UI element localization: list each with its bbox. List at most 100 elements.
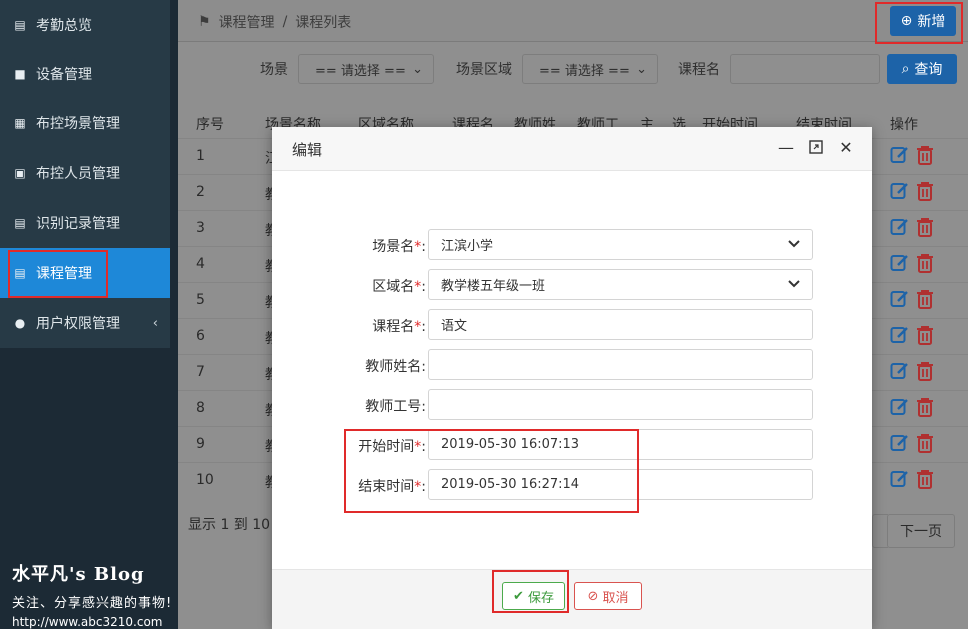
chevron-down-icon (788, 277, 800, 292)
area-select-value: == 请选择 == (539, 63, 630, 79)
field-value: 教学楼五年级一班 (441, 279, 546, 294)
previous-page-button[interactable] (872, 514, 888, 548)
video-camera-icon: ■ (14, 67, 26, 81)
form-row: 教师姓名: (272, 349, 872, 381)
delete-icon[interactable] (916, 433, 936, 455)
row-actions (890, 217, 936, 239)
row-number: 10 (196, 472, 214, 488)
sidebar-item-label: 考勤总览 (36, 18, 92, 34)
sidebar-item-attendance[interactable]: ▤ 考勤总览 (0, 0, 170, 50)
breadcrumb-item: 课程列表 (295, 15, 352, 31)
sidebar-item-records[interactable]: ▤ 识别记录管理 (0, 198, 170, 248)
id-card-icon: ▤ (14, 18, 26, 32)
row-number: 6 (196, 328, 205, 344)
sidebar-item-scenes[interactable]: ▦ 布控场景管理 (0, 98, 170, 148)
minimize-icon[interactable]: — (778, 138, 794, 157)
maximize-icon[interactable] (808, 138, 824, 156)
edit-icon[interactable] (890, 469, 910, 491)
row-number: 7 (196, 364, 205, 380)
row-number: 3 (196, 220, 205, 236)
user-icon: ● (14, 316, 26, 330)
sidebar-item-label: 布控场景管理 (36, 116, 120, 132)
row-number: 8 (196, 400, 205, 416)
sidebar-item-user-permissions[interactable]: ● 用户权限管理 ‹ (0, 298, 170, 348)
delete-icon[interactable] (916, 361, 936, 383)
edit-icon[interactable] (890, 325, 910, 347)
highlight-box (8, 250, 108, 298)
search-icon: ⌕ (901, 61, 910, 77)
row-actions (890, 325, 936, 347)
delete-icon[interactable] (916, 217, 936, 239)
topbar: ⚑ 课程管理 / 课程列表 ⊕ 新增 (178, 0, 968, 42)
delete-icon[interactable] (916, 289, 936, 311)
form-row: 课程名*: 语文 (272, 309, 872, 341)
highlight-box (492, 570, 569, 613)
form-label: 教师工号: (365, 399, 426, 415)
list-card-icon: ▤ (14, 216, 26, 230)
area-name-select[interactable]: 教学楼五年级一班 (428, 269, 813, 300)
sidebar: ▤ 考勤总览 ■ 设备管理 ▦ 布控场景管理 ▣ 布控人员管理 ▤ 识别记录管理… (0, 0, 178, 629)
form-label: 区域名*: (372, 279, 426, 295)
row-actions (890, 361, 936, 383)
sidebar-item-label: 用户权限管理 (36, 316, 120, 332)
sidebar-item-label: 识别记录管理 (36, 216, 120, 232)
row-number: 9 (196, 436, 205, 452)
chevron-down-icon (788, 237, 800, 252)
area-filter-label: 场景区域 (456, 62, 512, 78)
delete-icon[interactable] (916, 469, 936, 491)
watermark-title: 水平凡's Blog (12, 564, 145, 585)
chevron-down-icon: ⌄ (412, 61, 423, 77)
watermark-url: http://www.abc3210.com (12, 615, 163, 629)
query-button[interactable]: ⌕ 查询 (887, 54, 957, 84)
row-actions (890, 181, 936, 203)
breadcrumb-item[interactable]: 课程管理 (219, 12, 275, 32)
edit-icon[interactable] (890, 397, 910, 419)
row-number: 1 (196, 148, 205, 164)
row-actions (890, 145, 936, 167)
teacher-name-field[interactable] (428, 349, 813, 380)
delete-icon[interactable] (916, 145, 936, 167)
scene-filter-label: 场景 (260, 62, 288, 78)
row-number: 5 (196, 292, 205, 308)
next-page-button[interactable]: 下一页 (887, 514, 955, 548)
form-label: 场景名*: (372, 239, 426, 255)
form-label: 课程名*: (372, 319, 426, 335)
form-row: 教师工号: (272, 389, 872, 421)
dialog-controls: — ✕ (778, 138, 854, 157)
watermark: 水平凡's Blog 关注、分享感兴趣的事物! http://www.abc32… (12, 560, 172, 629)
dialog-header: 编辑 — ✕ (272, 127, 872, 171)
teacher-id-field[interactable] (428, 389, 813, 420)
area-select[interactable]: == 请选择 == ⌄ (522, 54, 658, 84)
breadcrumb-separator: / (282, 14, 288, 30)
edit-icon[interactable] (890, 217, 910, 239)
highlight-box (344, 429, 639, 513)
course-name-input[interactable] (730, 54, 880, 84)
ban-icon: ⊘ (587, 588, 599, 604)
scene-name-select[interactable]: 江滨小学 (428, 229, 813, 260)
sidebar-item-personnel[interactable]: ▣ 布控人员管理 (0, 148, 170, 198)
edit-icon[interactable] (890, 145, 910, 167)
scene-select[interactable]: == 请选择 == ⌄ (298, 54, 434, 84)
column-header: 操作 (890, 117, 918, 133)
row-actions (890, 253, 936, 275)
query-button-label: 查询 (914, 62, 943, 78)
sidebar-item-devices[interactable]: ■ 设备管理 (0, 49, 170, 99)
course-name-field[interactable]: 语文 (428, 309, 813, 340)
home-icon: ⚑ (198, 14, 211, 30)
edit-icon[interactable] (890, 181, 910, 203)
delete-icon[interactable] (916, 397, 936, 419)
edit-icon[interactable] (890, 289, 910, 311)
edit-icon[interactable] (890, 361, 910, 383)
row-actions (890, 433, 936, 455)
delete-icon[interactable] (916, 181, 936, 203)
delete-icon[interactable] (916, 253, 936, 275)
dialog-title: 编辑 (292, 141, 323, 159)
field-value: 江滨小学 (441, 239, 494, 254)
close-icon[interactable]: ✕ (838, 138, 854, 157)
edit-icon[interactable] (890, 253, 910, 275)
delete-icon[interactable] (916, 325, 936, 347)
cancel-button[interactable]: ⊘ 取消 (574, 582, 642, 610)
edit-icon[interactable] (890, 433, 910, 455)
highlight-box (875, 2, 963, 44)
chevron-left-icon: ‹ (152, 315, 158, 331)
